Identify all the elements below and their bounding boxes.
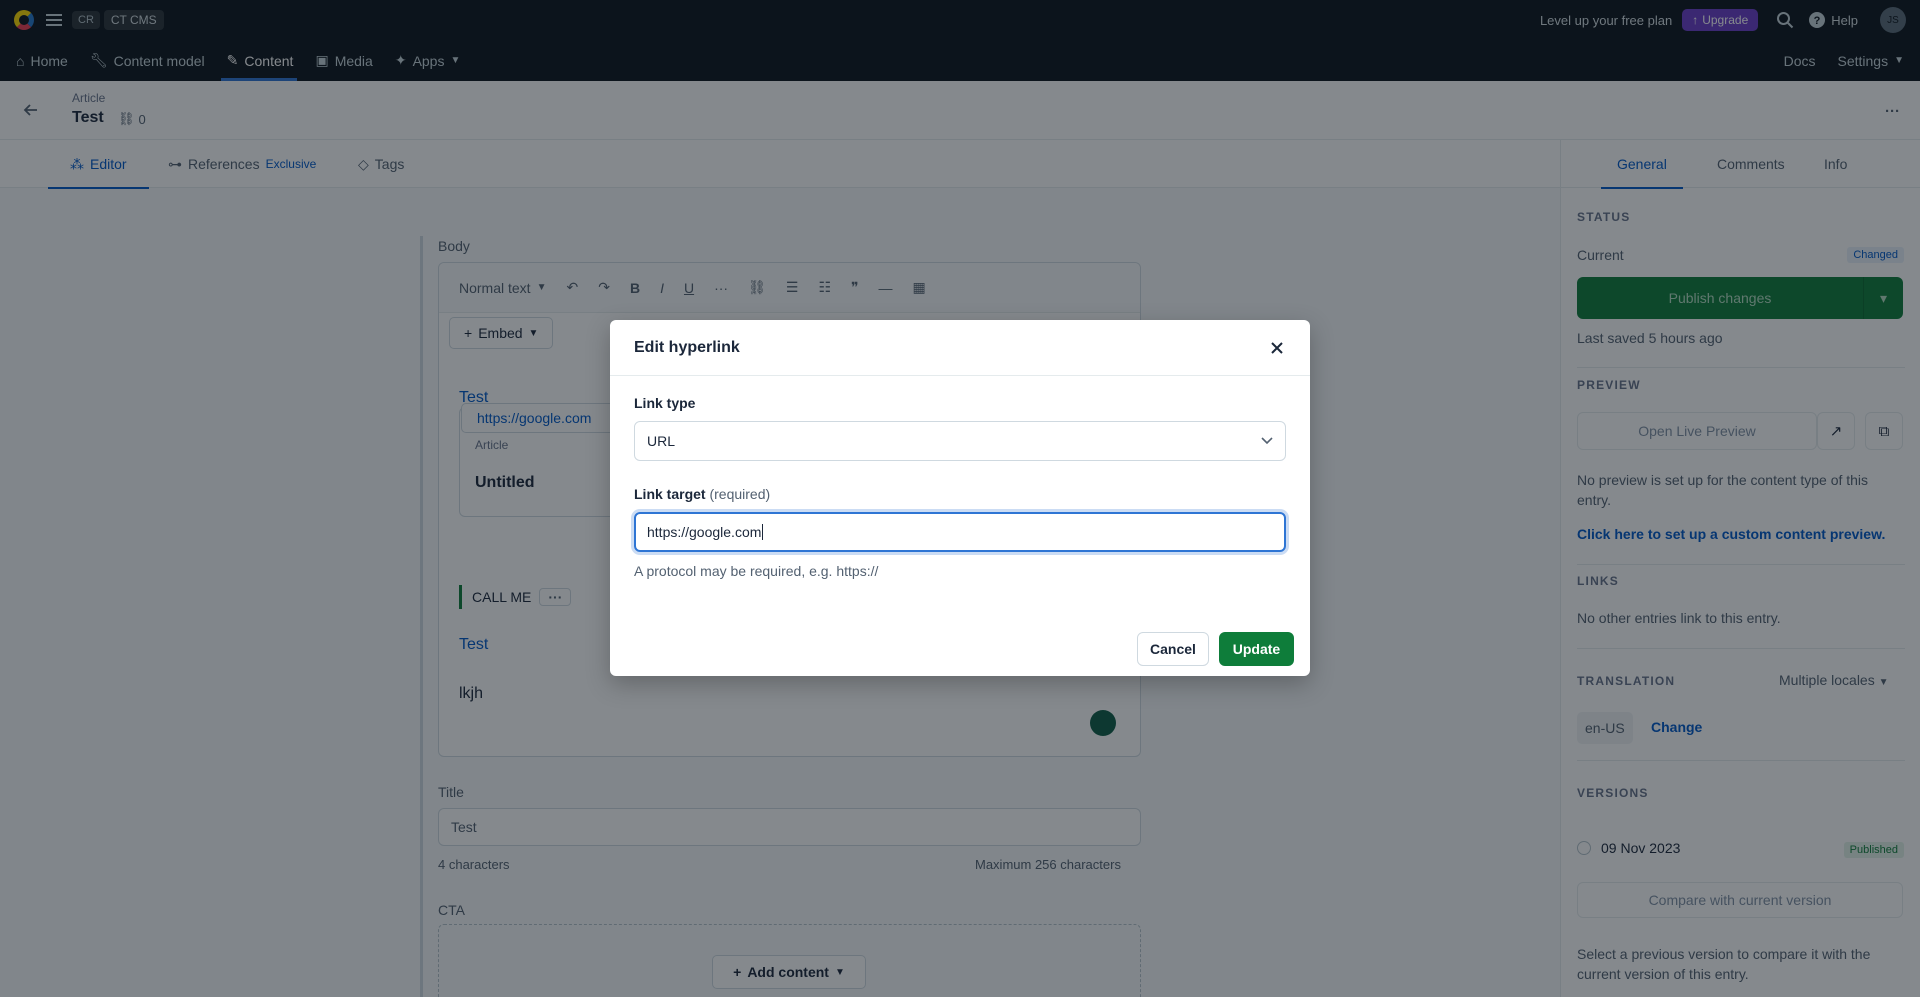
edit-hyperlink-modal: Edit hyperlink Link type URL Link target… (610, 320, 1310, 676)
link-type-select[interactable]: URL (634, 421, 1286, 461)
chevron-down-icon (1261, 437, 1273, 445)
cancel-button[interactable]: Cancel (1137, 632, 1209, 666)
link-target-value: https://google.com (647, 524, 762, 540)
link-target-input[interactable]: https://google.com (634, 512, 1286, 552)
close-icon[interactable] (1266, 337, 1288, 359)
link-type-label: Link type (634, 395, 696, 411)
protocol-hint: A protocol may be required, e.g. https:/… (634, 563, 879, 579)
modal-title: Edit hyperlink (610, 320, 1310, 376)
text-cursor (762, 524, 764, 540)
link-type-value: URL (647, 433, 676, 449)
link-target-label: Link target (required) (634, 486, 770, 502)
link-target-label-text: Link target (634, 486, 706, 502)
update-button[interactable]: Update (1219, 632, 1294, 666)
required-indicator: (required) (709, 486, 771, 502)
